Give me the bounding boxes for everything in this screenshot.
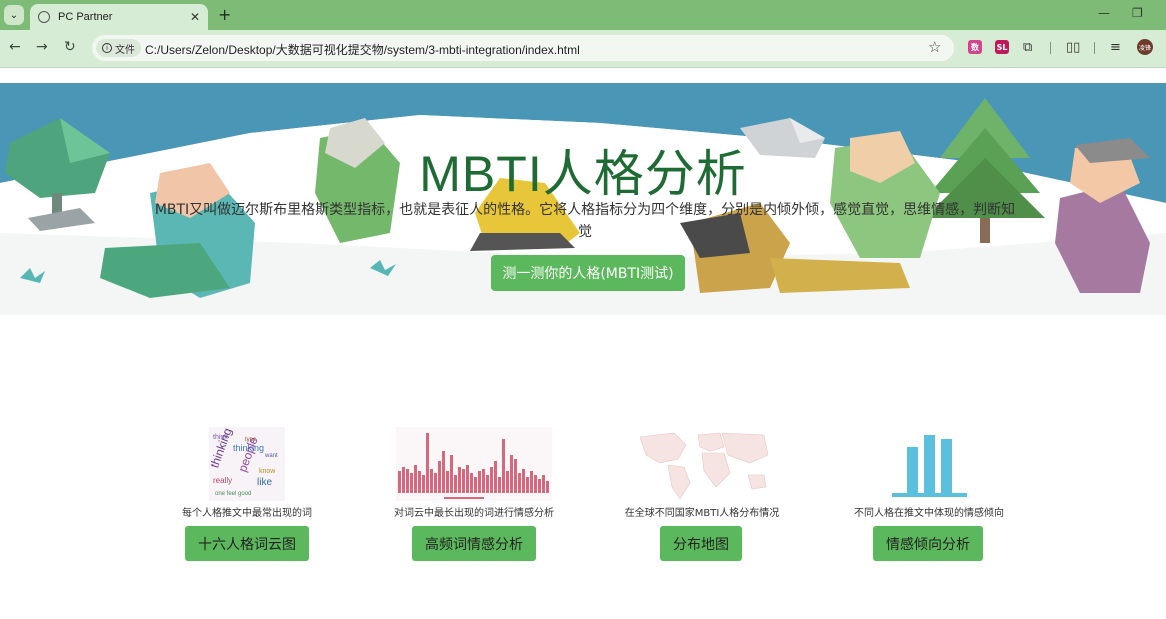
svg-text:want: want xyxy=(264,453,278,459)
mbti-test-button[interactable]: 测一测你的人格(MBTI测试) xyxy=(491,255,685,291)
reload-icon[interactable]: ↻ xyxy=(64,39,76,55)
site-info-chip[interactable]: i 文件 xyxy=(96,39,141,57)
forward-icon[interactable]: → xyxy=(36,39,48,55)
bookmark-star-icon[interactable]: ☆ xyxy=(928,38,941,56)
feature-caption: 不同人格在推文中体现的情感倾向 xyxy=(854,508,1004,519)
extension-icon[interactable]: SL xyxy=(995,40,1009,54)
svg-text:really: really xyxy=(213,476,232,485)
svg-text:one feel good: one feel good xyxy=(215,491,251,497)
tab-strip: ⌄ PC Partner ✕ + — ❐ xyxy=(0,0,1166,30)
word-sentiment-button[interactable]: 高频词情感分析 xyxy=(412,526,536,561)
restore-icon[interactable]: ❐ xyxy=(1132,6,1143,20)
sentiment-tendency-button[interactable]: 情感倾向分析 xyxy=(873,526,983,561)
world-map-thumbnail-image xyxy=(639,432,769,500)
bar-chart-thumbnail-image xyxy=(396,427,552,501)
page-title: MBTI人格分析 xyxy=(419,146,747,202)
new-tab-icon[interactable]: + xyxy=(218,5,231,24)
feature-caption: 在全球不同国家MBTI人格分布情况 xyxy=(624,508,780,519)
tab-list-icon[interactable]: ≡ xyxy=(1110,40,1121,55)
minimize-icon[interactable]: — xyxy=(1098,6,1110,20)
site-info-label: 文件 xyxy=(115,44,135,56)
svg-text:like: like xyxy=(257,477,272,488)
info-icon: i xyxy=(102,43,112,53)
word-cloud-button[interactable]: 十六人格词云图 xyxy=(185,526,309,561)
distribution-map-button[interactable]: 分布地图 xyxy=(660,526,742,561)
feature-caption: 每个人格推文中最常出现的词 xyxy=(182,508,312,519)
word-cloud-thumbnail-image: think thinking thinking people like real… xyxy=(207,426,285,501)
tab-pc-partner[interactable]: PC Partner ✕ xyxy=(30,4,208,30)
svg-text:type: type xyxy=(245,437,257,443)
extension-icon[interactable]: 数 xyxy=(968,40,982,54)
profile-avatar[interactable]: 凌锋 xyxy=(1137,39,1153,55)
hero-description: MBTI又叫做迈尔斯布里格斯类型指标，也就是表征人的性格。它将人格指标分为四个维… xyxy=(154,202,1016,240)
close-tab-icon[interactable]: ✕ xyxy=(190,10,200,24)
bar-chart-icon xyxy=(892,435,967,497)
extensions-puzzle-icon[interactable]: ⧉ xyxy=(1023,40,1032,55)
svg-text:know: know xyxy=(259,468,276,475)
feature-caption: 对词云中最长出现的词进行情感分析 xyxy=(394,508,554,519)
globe-icon xyxy=(38,11,50,23)
reading-mode-icon[interactable]: ▯▯ xyxy=(1066,40,1080,55)
tab-search-icon[interactable]: ⌄ xyxy=(4,5,24,25)
toolbar-divider xyxy=(0,67,1166,68)
url-text[interactable]: C:/Users/Zelon/Desktop/大数据可视化提交物/system/… xyxy=(145,41,580,58)
toolbar-divider xyxy=(1094,42,1095,54)
back-icon[interactable]: ← xyxy=(9,39,21,55)
toolbar-divider xyxy=(1050,42,1051,54)
tab-title: PC Partner xyxy=(58,11,113,23)
